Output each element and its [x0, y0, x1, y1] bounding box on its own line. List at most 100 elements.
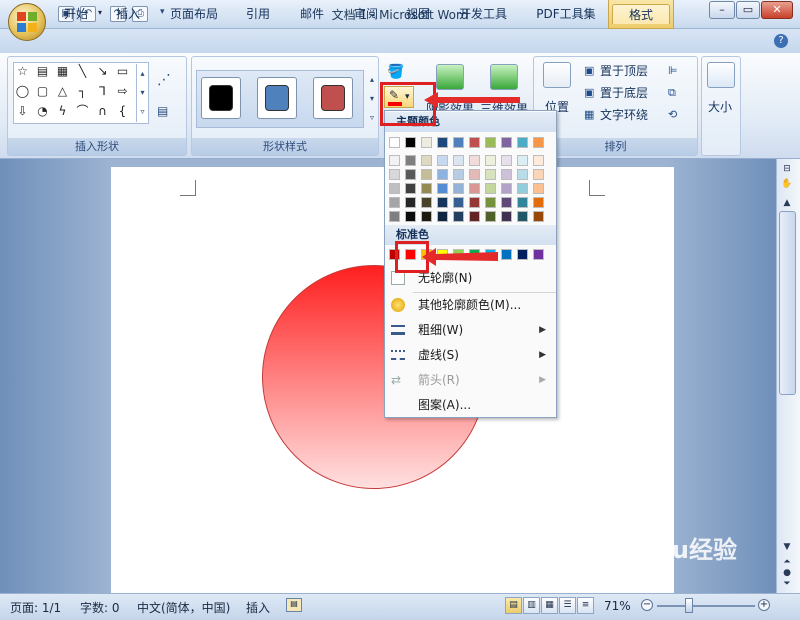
tab-format[interactable]: 格式: [612, 4, 670, 24]
align-icon[interactable]: ⊫: [668, 64, 678, 77]
tab-home[interactable]: 开始: [58, 4, 94, 24]
theme-color-shade-swatch[interactable]: [501, 155, 512, 166]
theme-color-shade-swatch[interactable]: [485, 211, 496, 222]
next-page-icon[interactable]: ⏷: [779, 578, 795, 591]
theme-color-shade-swatch[interactable]: [453, 197, 464, 208]
oval-shape-icon[interactable]: ◯: [15, 84, 30, 98]
theme-color-shade-swatch[interactable]: [389, 169, 400, 180]
style-swatch-black[interactable]: [201, 77, 241, 119]
status-word-count[interactable]: 字数: 0: [80, 599, 120, 616]
style-swatch-blue[interactable]: [257, 77, 297, 119]
theme-color-shade-swatch[interactable]: [469, 197, 480, 208]
status-insert-mode[interactable]: 插入: [246, 599, 270, 616]
theme-color-shade-swatch[interactable]: [485, 197, 496, 208]
office-button[interactable]: [8, 3, 46, 41]
theme-color-swatch[interactable]: [437, 137, 448, 148]
text-wrap-button[interactable]: 文字环绕: [600, 106, 648, 123]
theme-color-shade-swatch[interactable]: [421, 211, 432, 222]
line-shape-icon[interactable]: ╲: [75, 64, 90, 78]
textbox-icon[interactable]: ▤: [157, 104, 168, 118]
theme-color-shade-swatch[interactable]: [389, 211, 400, 222]
theme-color-swatch[interactable]: [405, 137, 416, 148]
theme-color-shade-swatch[interactable]: [437, 169, 448, 180]
tab-mailings[interactable]: 邮件: [294, 4, 330, 24]
theme-color-shade-swatch[interactable]: [501, 211, 512, 222]
star-shape-icon[interactable]: ☆: [15, 64, 30, 78]
tab-view[interactable]: 视图: [400, 4, 436, 24]
tab-insert[interactable]: 插入: [110, 4, 146, 24]
vertical-textbox-shape-icon[interactable]: ▦: [55, 64, 70, 78]
triangle-shape-icon[interactable]: △: [55, 84, 70, 98]
shadow-effect-icon[interactable]: [436, 64, 464, 90]
full-screen-view-icon[interactable]: ▥: [523, 597, 540, 614]
menu-item-pattern[interactable]: 图案(A)...: [385, 393, 556, 417]
zoom-slider-thumb[interactable]: [685, 598, 693, 613]
theme-color-swatch[interactable]: [389, 137, 400, 148]
theme-color-shade-swatch[interactable]: [517, 197, 528, 208]
textbox-shape-icon[interactable]: ▤: [35, 64, 50, 78]
scrollbar-thumb[interactable]: [779, 211, 796, 395]
minimize-button[interactable]: –: [709, 1, 735, 19]
send-to-back-button[interactable]: 置于底层: [600, 84, 648, 101]
maximize-button[interactable]: ▭: [736, 1, 760, 19]
standard-color-swatch[interactable]: [517, 249, 528, 260]
theme-color-shade-swatch[interactable]: [421, 183, 432, 194]
theme-color-shade-swatch[interactable]: [437, 197, 448, 208]
position-icon[interactable]: [543, 62, 571, 88]
tab-page-layout[interactable]: 页面布局: [165, 4, 223, 24]
theme-color-shade-swatch[interactable]: [453, 211, 464, 222]
theme-color-shade-swatch[interactable]: [485, 155, 496, 166]
edit-shape-icon[interactable]: ⋰: [157, 72, 171, 88]
rotate-icon[interactable]: ⟲: [668, 108, 677, 121]
rounded-rect-shape-icon[interactable]: ▢: [35, 84, 50, 98]
tab-references[interactable]: 引用: [240, 4, 276, 24]
theme-color-shade-swatch[interactable]: [421, 155, 432, 166]
size-button[interactable]: 大小: [708, 98, 732, 115]
hand-icon[interactable]: ✋: [779, 178, 795, 191]
theme-color-shade-swatch[interactable]: [405, 197, 416, 208]
3d-effect-icon[interactable]: [490, 64, 518, 90]
theme-color-shade-swatch[interactable]: [453, 169, 464, 180]
macro-record-icon[interactable]: ▤: [286, 598, 302, 612]
theme-color-shade-swatch[interactable]: [389, 155, 400, 166]
outline-view-icon[interactable]: ☰: [559, 597, 576, 614]
brace-shape-icon[interactable]: {: [115, 104, 130, 118]
status-language[interactable]: 中文(简体，中国): [137, 599, 230, 616]
scroll-up-icon[interactable]: ▲: [779, 197, 795, 210]
style-gallery-scroll[interactable]: ▴ ▾ ▿: [366, 70, 378, 128]
theme-color-shade-swatch[interactable]: [421, 169, 432, 180]
theme-color-swatch[interactable]: [485, 137, 496, 148]
theme-color-shade-swatch[interactable]: [517, 183, 528, 194]
shape-fill-icon[interactable]: 🪣: [387, 64, 404, 80]
callout-shape-icon[interactable]: ◔: [35, 104, 50, 118]
theme-color-shade-swatch[interactable]: [517, 155, 528, 166]
theme-color-shade-swatch[interactable]: [421, 197, 432, 208]
right-arrow-shape-icon[interactable]: ⇨: [115, 84, 130, 98]
theme-color-shade-swatch[interactable]: [405, 211, 416, 222]
elbow-arrow-shape-icon[interactable]: ⅂: [95, 84, 110, 98]
theme-color-swatch[interactable]: [453, 137, 464, 148]
help-icon[interactable]: ?: [774, 34, 788, 48]
rectangle-shape-icon[interactable]: ▭: [115, 64, 130, 78]
theme-color-shade-swatch[interactable]: [501, 169, 512, 180]
theme-color-shade-swatch[interactable]: [533, 169, 544, 180]
arc-shape-icon[interactable]: ⌒: [75, 104, 90, 118]
theme-color-shade-swatch[interactable]: [533, 197, 544, 208]
theme-color-shade-swatch[interactable]: [517, 169, 528, 180]
theme-color-shade-swatch[interactable]: [405, 183, 416, 194]
bring-to-front-button[interactable]: 置于顶层: [600, 62, 648, 79]
theme-color-swatch[interactable]: [421, 137, 432, 148]
zoom-slider[interactable]: [657, 605, 755, 607]
customize-toolbar-icon[interactable]: ▾: [160, 7, 165, 17]
shapes-gallery-scroll[interactable]: ▴ ▾ ▿: [136, 64, 148, 122]
zoom-level[interactable]: 71%: [604, 599, 631, 613]
size-icon[interactable]: [707, 62, 735, 88]
theme-color-shade-swatch[interactable]: [533, 155, 544, 166]
standard-color-swatch[interactable]: [501, 249, 512, 260]
theme-color-shade-swatch[interactable]: [437, 155, 448, 166]
tab-pdf-tools[interactable]: PDF工具集: [530, 4, 602, 24]
theme-color-swatch[interactable]: [517, 137, 528, 148]
theme-color-shade-swatch[interactable]: [389, 183, 400, 194]
zoom-in-icon[interactable]: +: [758, 599, 770, 611]
theme-color-shade-swatch[interactable]: [437, 183, 448, 194]
